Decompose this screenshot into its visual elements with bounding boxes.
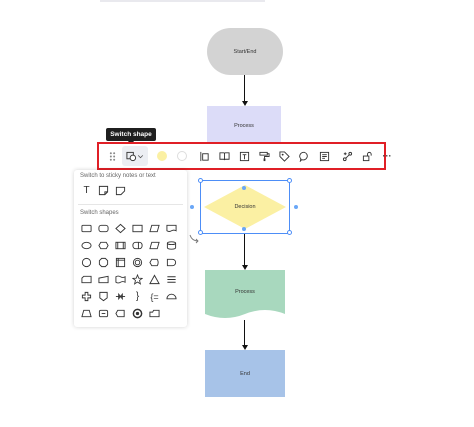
paint-roller-icon[interactable] bbox=[254, 146, 274, 166]
drag-handle-icon[interactable] bbox=[102, 146, 122, 166]
connection-point[interactable] bbox=[190, 205, 194, 209]
connector-arrow[interactable] bbox=[244, 75, 246, 102]
switch-shape-icon bbox=[126, 151, 137, 161]
trapezoid-shape-icon[interactable] bbox=[148, 239, 161, 252]
connection-point[interactable] bbox=[294, 205, 298, 209]
ellipse-shape-icon[interactable] bbox=[80, 239, 93, 252]
delay-shape-icon[interactable] bbox=[165, 256, 178, 269]
connector-arrow[interactable] bbox=[244, 320, 246, 346]
resize-handle[interactable] bbox=[287, 178, 292, 183]
text-frame-icon[interactable] bbox=[234, 146, 254, 166]
decision-label: Decision bbox=[234, 204, 256, 210]
tooltip-label: Switch shape bbox=[110, 131, 152, 138]
rotate-icon[interactable] bbox=[188, 232, 200, 244]
switch-shape-button[interactable] bbox=[122, 146, 148, 166]
punched-tape-shape-icon[interactable] bbox=[114, 273, 127, 286]
process2-label: Process bbox=[235, 289, 255, 295]
circle-shape-icon[interactable] bbox=[80, 256, 93, 269]
shapes-section-title: Switch shapes bbox=[80, 210, 119, 216]
decision-label-wrap: Decision bbox=[210, 200, 280, 214]
tag-icon[interactable] bbox=[274, 146, 294, 166]
panel-separator bbox=[78, 204, 183, 205]
connection-point[interactable] bbox=[242, 227, 246, 231]
start-end-node[interactable]: Start/End bbox=[207, 28, 283, 75]
note-icon[interactable] bbox=[314, 146, 334, 166]
context-toolbar: ··· bbox=[97, 142, 392, 170]
parallelogram-shape-icon[interactable] bbox=[148, 222, 161, 235]
brace-right-shape-icon[interactable]: } bbox=[131, 290, 144, 303]
rectangle-shape-icon[interactable] bbox=[80, 222, 93, 235]
manual-operation-shape-icon[interactable] bbox=[80, 307, 93, 320]
octagon-shape-icon[interactable] bbox=[97, 256, 110, 269]
connector-icon[interactable] bbox=[337, 146, 357, 166]
more-icon[interactable]: ··· bbox=[377, 146, 397, 166]
switch-shape-tooltip: Switch shape bbox=[106, 128, 156, 145]
semicircle-shape-icon[interactable] bbox=[165, 290, 178, 303]
stored-data-shape-icon[interactable] bbox=[131, 239, 144, 252]
off-page-connector-shape-icon[interactable] bbox=[97, 290, 110, 303]
text-align-icon[interactable] bbox=[194, 146, 214, 166]
resize-handle[interactable] bbox=[287, 230, 292, 235]
loop-limit-shape-icon[interactable] bbox=[131, 256, 144, 269]
hexagon-shape-icon[interactable] bbox=[97, 239, 110, 252]
collate-shape-icon[interactable] bbox=[114, 290, 127, 303]
star-shape-icon[interactable] bbox=[131, 273, 144, 286]
or-shape-icon[interactable] bbox=[131, 307, 144, 320]
cross-shape-icon[interactable] bbox=[80, 290, 93, 303]
predefined-process-shape-icon[interactable] bbox=[114, 239, 127, 252]
brace-left-shape-icon[interactable]: {= bbox=[148, 290, 161, 303]
fill-color-swatch[interactable] bbox=[152, 146, 172, 166]
display-shape-icon[interactable] bbox=[148, 256, 161, 269]
switch-shape-panel: Switch to sticky notes or text T Switch … bbox=[74, 170, 187, 327]
triangle-shape-icon[interactable] bbox=[148, 273, 161, 286]
rounded-rectangle-shape-icon[interactable] bbox=[97, 222, 110, 235]
lock-icon[interactable] bbox=[357, 146, 377, 166]
process-label: Process bbox=[234, 123, 254, 129]
manual-input-shape-icon[interactable] bbox=[97, 273, 110, 286]
cylinder-shape-icon[interactable] bbox=[165, 239, 178, 252]
end-label: End bbox=[240, 370, 250, 377]
start-end-label: Start/End bbox=[233, 48, 257, 55]
equal-lines-shape-icon[interactable] bbox=[165, 273, 178, 286]
chevron-down-icon bbox=[137, 154, 144, 158]
sticky-note-icon[interactable] bbox=[97, 184, 110, 197]
resize-handle[interactable] bbox=[198, 178, 203, 183]
stroke-color-swatch[interactable] bbox=[172, 146, 192, 166]
text-icon[interactable]: T bbox=[80, 184, 93, 197]
sticky-section-title: Switch to sticky notes or text bbox=[80, 173, 156, 179]
end-node[interactable]: End bbox=[205, 350, 285, 397]
diamond-shape-icon[interactable] bbox=[114, 222, 127, 235]
top-divider bbox=[100, 0, 265, 2]
tab-shape-icon[interactable] bbox=[148, 307, 161, 320]
book-open-icon[interactable] bbox=[214, 146, 234, 166]
connector-arrow[interactable] bbox=[244, 234, 246, 266]
document-shape-icon[interactable] bbox=[165, 222, 178, 235]
preparation-shape-icon[interactable] bbox=[97, 307, 110, 320]
more-label: ··· bbox=[382, 151, 392, 161]
card-shape-icon[interactable] bbox=[80, 273, 93, 286]
internal-storage-shape-icon[interactable] bbox=[114, 256, 127, 269]
process-node[interactable]: Process bbox=[207, 106, 281, 146]
comment-icon[interactable] bbox=[294, 146, 314, 166]
connection-point[interactable] bbox=[242, 186, 246, 190]
rectangle-alt-shape-icon[interactable] bbox=[131, 222, 144, 235]
process2-label-wrap: Process bbox=[205, 285, 285, 299]
pentagon-arrow-shape-icon[interactable] bbox=[114, 307, 127, 320]
sticky-note-fold-icon[interactable] bbox=[114, 184, 127, 197]
